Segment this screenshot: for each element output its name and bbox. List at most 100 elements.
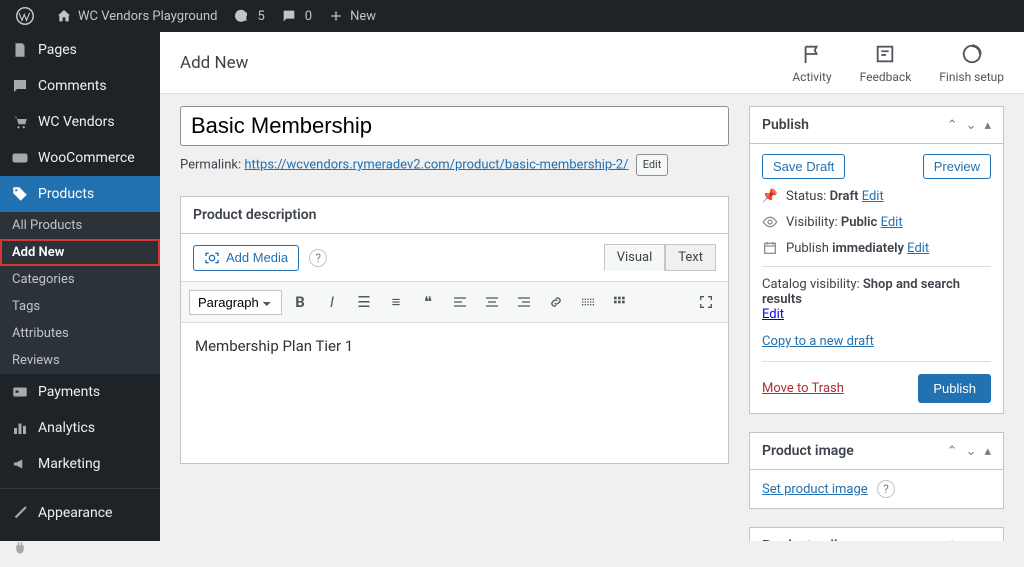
catalog-row: Catalog visibility: Shop and search resu… bbox=[762, 266, 991, 322]
fullscreen-button[interactable] bbox=[692, 288, 720, 316]
eye-icon bbox=[762, 214, 778, 230]
sidebar-item-pages[interactable]: Pages bbox=[0, 32, 160, 68]
sidebar-item-products[interactable]: Products bbox=[0, 176, 160, 212]
publish-heading: Publish bbox=[762, 117, 947, 133]
sidebar-item-label: WooCommerce bbox=[38, 150, 135, 166]
sidebar-item-plugins[interactable]: Plugins bbox=[0, 531, 160, 567]
wp-logo[interactable] bbox=[8, 7, 48, 25]
edit-catalog-link[interactable]: Edit bbox=[762, 307, 784, 322]
chart-icon bbox=[10, 418, 30, 438]
move-up-icon[interactable]: ⌃ bbox=[947, 118, 958, 133]
bold-button[interactable]: B bbox=[286, 288, 314, 316]
tab-text[interactable]: Text bbox=[665, 244, 716, 271]
sub-item-categories[interactable]: Categories bbox=[0, 266, 160, 293]
link-button[interactable] bbox=[542, 288, 570, 316]
page-icon bbox=[10, 40, 30, 60]
preview-button[interactable]: Preview bbox=[923, 154, 991, 179]
sidebar-item-label: Marketing bbox=[38, 456, 101, 472]
sidebar-item-payments[interactable]: Payments bbox=[0, 374, 160, 410]
add-media-button[interactable]: Add Media bbox=[193, 245, 299, 271]
desc-heading: Product description bbox=[181, 197, 728, 234]
move-up-icon[interactable]: ⌃ bbox=[947, 444, 958, 459]
megaphone-icon bbox=[10, 454, 30, 474]
align-left-button[interactable] bbox=[446, 288, 474, 316]
menu-separator bbox=[0, 488, 160, 489]
numbered-list-button[interactable]: ≡ bbox=[382, 288, 410, 316]
tab-visual[interactable]: Visual bbox=[604, 244, 666, 271]
toolbar-toggle-button[interactable] bbox=[606, 288, 634, 316]
sub-item-all-products[interactable]: All Products bbox=[0, 212, 160, 239]
page-title: Add New bbox=[180, 53, 792, 73]
brush-icon bbox=[10, 503, 30, 523]
activity-action[interactable]: Activity bbox=[792, 42, 831, 84]
save-draft-button[interactable]: Save Draft bbox=[762, 154, 845, 179]
new-content[interactable]: New bbox=[320, 8, 384, 24]
woo-icon bbox=[10, 148, 30, 168]
quote-button[interactable]: ❝ bbox=[414, 288, 442, 316]
sidebar-item-label: WC Vendors bbox=[38, 114, 115, 130]
left-column: Permalink: https://wcvendors.rymeradev2.… bbox=[180, 106, 729, 541]
product-gallery-box: Product gallery ⌃ ⌄ ▴ bbox=[749, 527, 1004, 541]
permalink-link[interactable]: https://wcvendors.rymeradev2.com/product… bbox=[244, 157, 628, 172]
format-select[interactable]: Paragraph bbox=[189, 290, 282, 315]
main-area: Add New Activity Feedback Finish setup P… bbox=[160, 32, 1024, 541]
edit-status-link[interactable]: Edit bbox=[862, 189, 884, 204]
products-submenu: All Products Add New Categories Tags Att… bbox=[0, 212, 160, 374]
editor-format-bar: Paragraph B I ☰ ≡ ❝ bbox=[181, 282, 728, 323]
updates[interactable]: 5 bbox=[225, 8, 272, 24]
finish-action[interactable]: Finish setup bbox=[939, 42, 1004, 84]
toggle-panel-icon[interactable]: ▴ bbox=[984, 118, 991, 133]
right-column: Publish ⌃ ⌄ ▴ Save Draft Preview 📌 Statu… bbox=[749, 106, 1004, 541]
sidebar-item-label: Appearance bbox=[38, 505, 112, 521]
sidebar-item-wcvendors[interactable]: WC Vendors bbox=[0, 104, 160, 140]
sidebar-item-comments[interactable]: Comments bbox=[0, 68, 160, 104]
pin-icon: 📌 bbox=[762, 189, 778, 204]
calendar-icon bbox=[762, 240, 778, 256]
trash-link[interactable]: Move to Trash bbox=[762, 381, 844, 396]
sidebar-item-label: Payments bbox=[38, 384, 100, 400]
editor-tabs: Visual Text bbox=[604, 244, 716, 271]
site-name[interactable]: WC Vendors Playground bbox=[48, 8, 225, 24]
sidebar-item-woocommerce[interactable]: WooCommerce bbox=[0, 140, 160, 176]
comment-icon bbox=[10, 76, 30, 96]
more-button[interactable] bbox=[574, 288, 602, 316]
move-down-icon[interactable]: ⌄ bbox=[966, 444, 977, 459]
permalink-label: Permalink: bbox=[180, 157, 241, 172]
note-icon bbox=[860, 42, 912, 66]
edit-schedule-link[interactable]: Edit bbox=[907, 241, 929, 256]
italic-button[interactable]: I bbox=[318, 288, 346, 316]
visibility-row: Visibility: Public Edit bbox=[762, 214, 991, 230]
product-title-input[interactable] bbox=[180, 106, 729, 146]
product-image-box: Product image ⌃ ⌄ ▴ Set product image ? bbox=[749, 432, 1004, 509]
bulleted-list-button[interactable]: ☰ bbox=[350, 288, 378, 316]
feedback-action[interactable]: Feedback bbox=[860, 42, 912, 84]
help-icon[interactable]: ? bbox=[877, 480, 895, 498]
sub-item-attributes[interactable]: Attributes bbox=[0, 320, 160, 347]
align-right-button[interactable] bbox=[510, 288, 538, 316]
admin-bar: WC Vendors Playground 5 0 New bbox=[0, 0, 1024, 32]
align-center-button[interactable] bbox=[478, 288, 506, 316]
sub-item-tags[interactable]: Tags bbox=[0, 293, 160, 320]
editor-content[interactable]: Membership Plan Tier 1 bbox=[181, 323, 728, 463]
comments[interactable]: 0 bbox=[273, 8, 320, 24]
help-icon[interactable]: ? bbox=[309, 249, 327, 267]
edit-visibility-link[interactable]: Edit bbox=[881, 215, 903, 230]
copy-draft-link[interactable]: Copy to a new draft bbox=[762, 334, 874, 349]
sidebar-item-analytics[interactable]: Analytics bbox=[0, 410, 160, 446]
progress-icon bbox=[939, 42, 1004, 66]
set-product-image-link[interactable]: Set product image bbox=[762, 482, 868, 497]
toggle-panel-icon[interactable]: ▴ bbox=[984, 444, 991, 459]
sub-item-reviews[interactable]: Reviews bbox=[0, 347, 160, 374]
sidebar-item-appearance[interactable]: Appearance bbox=[0, 495, 160, 531]
edit-slug-button[interactable]: Edit bbox=[636, 154, 669, 176]
content: Permalink: https://wcvendors.rymeradev2.… bbox=[160, 94, 1024, 541]
cart-icon bbox=[10, 112, 30, 132]
publish-button[interactable]: Publish bbox=[918, 374, 991, 403]
plug-icon bbox=[10, 539, 30, 559]
sidebar-item-label: Products bbox=[38, 186, 94, 202]
schedule-row: Publish immediately Edit bbox=[762, 240, 991, 256]
sub-item-add-new[interactable]: Add New bbox=[0, 239, 160, 266]
move-down-icon[interactable]: ⌄ bbox=[966, 118, 977, 133]
sidebar-item-marketing[interactable]: Marketing bbox=[0, 446, 160, 482]
updates-count: 5 bbox=[257, 9, 264, 24]
